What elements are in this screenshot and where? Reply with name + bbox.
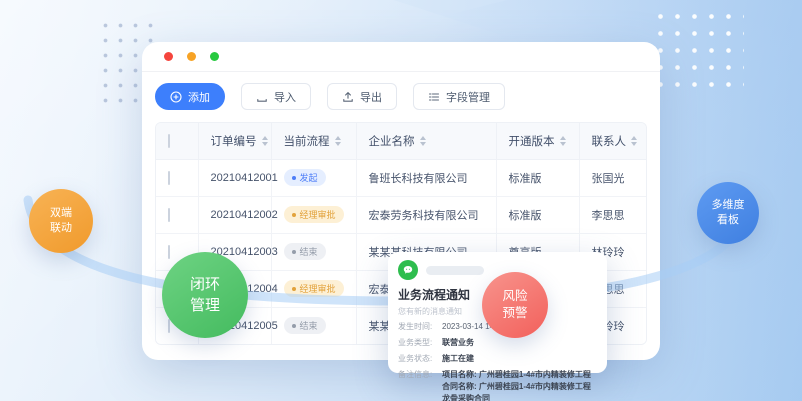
traffic-light-yellow-icon: [187, 52, 196, 61]
field-label: 业务状态:: [398, 353, 442, 365]
feature-bubble-risk-warning: 风险 预警: [482, 272, 548, 338]
field-management-button[interactable]: 字段管理: [413, 83, 505, 110]
import-button[interactable]: 导入: [241, 83, 311, 110]
export-button[interactable]: 导出: [327, 83, 397, 110]
row-checkbox[interactable]: [168, 171, 170, 185]
table-row[interactable]: 20210412002 经理审批 宏泰劳务科技有限公司 标准版 李思思: [156, 196, 647, 233]
field-label: 发生时间:: [398, 321, 442, 333]
status-badge: 发起: [284, 169, 326, 186]
contact-cell: 张国光: [579, 159, 647, 196]
status-badge: 经理审批: [284, 206, 344, 223]
traffic-light-green-icon: [210, 52, 219, 61]
column-header-version[interactable]: 开通版本: [496, 123, 579, 159]
field-value: 施工在建: [442, 353, 597, 365]
field-value: 项目名称: 广州碧桂园1-4#市内精装修工程 合同名称: 广州碧桂园1-4#市内…: [442, 369, 597, 401]
status-badge: 结束: [284, 317, 326, 334]
window-titlebar: [142, 42, 660, 72]
dot-grid-decoration-right: [652, 8, 744, 94]
row-checkbox[interactable]: [168, 208, 170, 222]
download-icon: [256, 91, 268, 103]
import-button-label: 导入: [274, 89, 296, 105]
field-management-button-label: 字段管理: [446, 89, 490, 105]
column-header-current-flow[interactable]: 当前流程: [271, 123, 356, 159]
feature-bubble-multidim-board: 多维度 看板: [697, 182, 759, 244]
list-settings-icon: [428, 91, 440, 103]
table-header-row: 订单编号 当前流程 企业名称 开通版本: [156, 123, 647, 159]
add-button-label: 添加: [188, 89, 210, 105]
sort-icon[interactable]: [420, 136, 426, 146]
sort-icon[interactable]: [631, 136, 637, 146]
column-header-contact[interactable]: 联系人: [579, 123, 647, 159]
traffic-light-red-icon: [164, 52, 173, 61]
chat-message-icon: [398, 260, 418, 280]
select-all-checkbox[interactable]: [168, 134, 170, 148]
order-no-cell: 20210412002: [198, 196, 271, 233]
sort-icon[interactable]: [335, 136, 341, 146]
order-no-cell: 20210412001: [198, 159, 271, 196]
field-label: 业务类型:: [398, 337, 442, 349]
company-cell: 宏泰劳务科技有限公司: [356, 196, 496, 233]
table-row[interactable]: 20210412001 发起 鲁班长科技有限公司 标准版 张国光: [156, 159, 647, 196]
plus-circle-icon: [170, 91, 182, 103]
add-button[interactable]: 添加: [155, 83, 225, 110]
contact-cell: 李思思: [579, 196, 647, 233]
version-cell: 标准版: [496, 159, 579, 196]
status-badge: 结束: [284, 243, 326, 260]
status-badge: 经理审批: [284, 280, 344, 297]
field-value: 联营业务: [442, 337, 597, 349]
column-header-order-no[interactable]: 订单编号: [198, 123, 271, 159]
upload-icon: [342, 91, 354, 103]
marketing-background: 添加 导入 导出 字段管理: [0, 0, 802, 401]
sender-placeholder-bar: [426, 266, 484, 275]
sort-icon[interactable]: [262, 136, 268, 146]
field-label: 备注信息:: [398, 369, 442, 401]
version-cell: 标准版: [496, 196, 579, 233]
export-button-label: 导出: [360, 89, 382, 105]
column-header-company[interactable]: 企业名称: [356, 123, 496, 159]
sort-icon[interactable]: [560, 136, 566, 146]
feature-bubble-closed-loop: 闭环 管理: [162, 252, 248, 338]
company-cell: 鲁班长科技有限公司: [356, 159, 496, 196]
row-checkbox[interactable]: [168, 245, 170, 259]
toolbar: 添加 导入 导出 字段管理: [142, 72, 660, 110]
feature-bubble-dual-linkage: 双端 联动: [29, 189, 93, 253]
